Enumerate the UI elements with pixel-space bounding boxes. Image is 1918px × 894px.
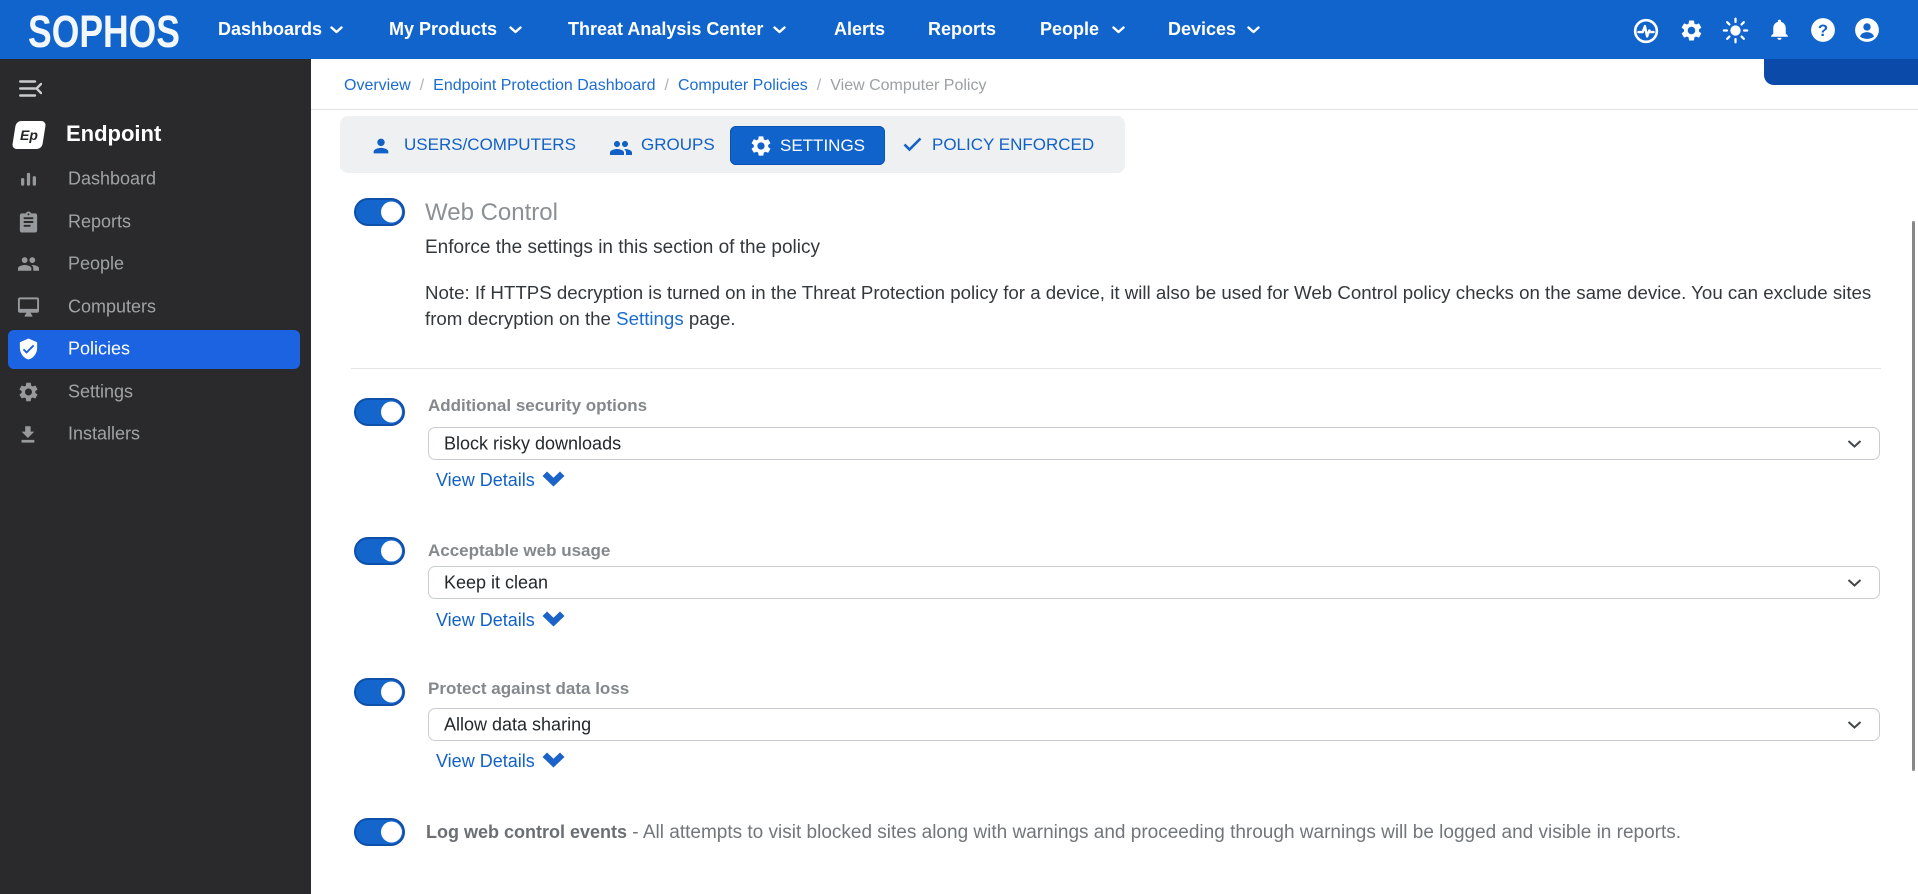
- svg-text:?: ?: [1818, 21, 1828, 40]
- svg-text:SOPHOS: SOPHOS: [28, 10, 180, 52]
